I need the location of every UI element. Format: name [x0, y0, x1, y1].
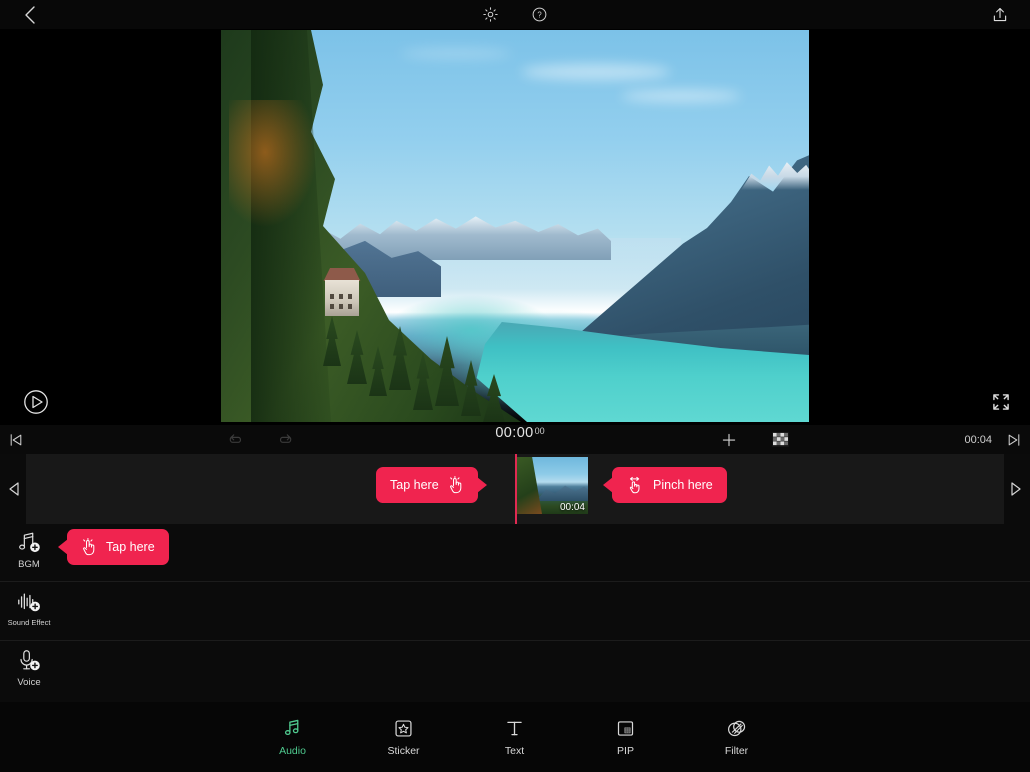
pinch-gesture-icon [629, 476, 640, 494]
chalet-building [325, 280, 359, 316]
clip-thumb-slope [516, 457, 542, 514]
chalet-window [330, 304, 334, 309]
next-clip-button[interactable] [1004, 476, 1028, 502]
skip-to-end-button[interactable] [1000, 425, 1028, 454]
tooltip-tail [603, 477, 613, 493]
nav-item-audio[interactable]: Audio [237, 706, 348, 768]
cloud [521, 64, 671, 80]
add-sound-effect-button[interactable]: Sound Effect [8, 589, 50, 635]
undo-button[interactable] [220, 425, 250, 454]
chalet-window [339, 304, 343, 309]
tooltip-label: Pinch here [653, 478, 713, 492]
previous-clip-button[interactable] [2, 476, 26, 502]
chalet-window [348, 294, 352, 299]
video-preview-area[interactable] [0, 29, 1030, 425]
triangle-left-icon [9, 482, 19, 496]
gear-icon [482, 7, 498, 22]
tap-hand-icon [83, 538, 95, 556]
bottom-nav: Audio Sticker Text PIP Filter [0, 702, 1030, 772]
nav-item-filter[interactable]: Filter [681, 706, 792, 768]
nav-label: Text [504, 745, 525, 757]
chalet-window [339, 294, 343, 299]
music-note-icon [282, 717, 303, 739]
tooltip-tail [58, 539, 68, 555]
total-duration: 00:04 [964, 433, 992, 446]
timeline-toolbar: 00:00 00 00:04 [0, 425, 1030, 454]
svg-text:?: ? [537, 11, 542, 20]
microphone-add-icon [20, 650, 40, 671]
help-button[interactable]: ? [523, 0, 555, 29]
nav-label: Sticker [387, 745, 420, 757]
skip-to-start-button[interactable] [2, 425, 30, 454]
settings-button[interactable] [473, 0, 507, 29]
clip-duration-label: 00:04 [559, 502, 585, 513]
top-bar: ? [0, 0, 1030, 29]
video-clip-thumbnail[interactable]: 00:04 [516, 457, 588, 514]
skip-to-end-icon [1008, 433, 1020, 446]
add-voice-button[interactable]: Voice [8, 648, 50, 694]
video-still-image [221, 30, 809, 422]
nav-item-pip[interactable]: PIP [570, 706, 681, 768]
tooltip-tail [476, 477, 487, 493]
question-circle-icon: ? [532, 7, 546, 22]
audio-row-voice[interactable]: Voice [0, 642, 1030, 700]
text-t-icon [504, 717, 525, 739]
triangle-right-icon [1011, 482, 1021, 496]
plus-icon [722, 433, 736, 446]
nav-item-sticker[interactable]: Sticker [348, 706, 459, 768]
chevron-left-icon [25, 5, 35, 24]
audio-row-sound-effect[interactable]: Sound Effect [0, 583, 1030, 641]
tooltip-label: Tap here [390, 478, 439, 492]
tooltip-pinch[interactable]: Pinch here [603, 467, 727, 503]
skip-to-start-icon [10, 433, 22, 446]
clip-thumb-mountains [536, 485, 588, 501]
undo-icon [229, 434, 241, 443]
expand-icon [993, 394, 1009, 410]
audio-row-label: Sound Effect [7, 618, 51, 627]
current-timecode[interactable]: 00:00 00 [460, 425, 580, 454]
upload-icon [993, 7, 1007, 22]
music-note-add-icon [19, 532, 40, 553]
redo-button[interactable] [270, 425, 300, 454]
cloud [621, 90, 741, 102]
audio-row-label: Voice [17, 677, 41, 688]
fullscreen-button[interactable] [986, 387, 1016, 417]
play-button[interactable] [20, 386, 52, 418]
transition-grid-icon [771, 432, 789, 447]
timecode-main: 00:00 [495, 425, 534, 441]
tooltip-tap-clip[interactable]: Tap here [376, 467, 487, 503]
nav-label: Filter [724, 745, 749, 757]
add-bgm-button[interactable]: BGM [8, 530, 50, 576]
tooltip-tap-bgm[interactable]: Tap here [58, 529, 169, 565]
filter-circles-icon [726, 717, 747, 739]
add-clip-button[interactable] [714, 425, 744, 454]
play-icon [24, 390, 48, 414]
nav-item-text[interactable]: Text [459, 706, 570, 768]
tap-hand-icon [449, 476, 461, 494]
transition-button[interactable] [765, 425, 795, 454]
chalet-window [330, 294, 334, 299]
back-button[interactable] [10, 0, 50, 29]
audio-row-label: BGM [18, 559, 40, 570]
star-square-icon [393, 717, 414, 739]
nav-label: Audio [279, 745, 306, 757]
picture-in-picture-icon [615, 717, 636, 739]
export-button[interactable] [982, 0, 1018, 29]
autumn-foliage [229, 100, 319, 230]
cloud [401, 48, 511, 59]
chalet-window [348, 304, 352, 309]
video-editor-app: ? 00:00 00 00:04 00:04 Tap here Pinch he… [0, 0, 1030, 772]
timecode-frames: 00 [534, 426, 545, 436]
tooltip-label: Tap here [106, 540, 155, 554]
waveform-add-icon [18, 593, 40, 612]
nav-label: PIP [617, 745, 634, 757]
redo-icon [279, 434, 291, 443]
video-frame[interactable] [167, 30, 863, 422]
